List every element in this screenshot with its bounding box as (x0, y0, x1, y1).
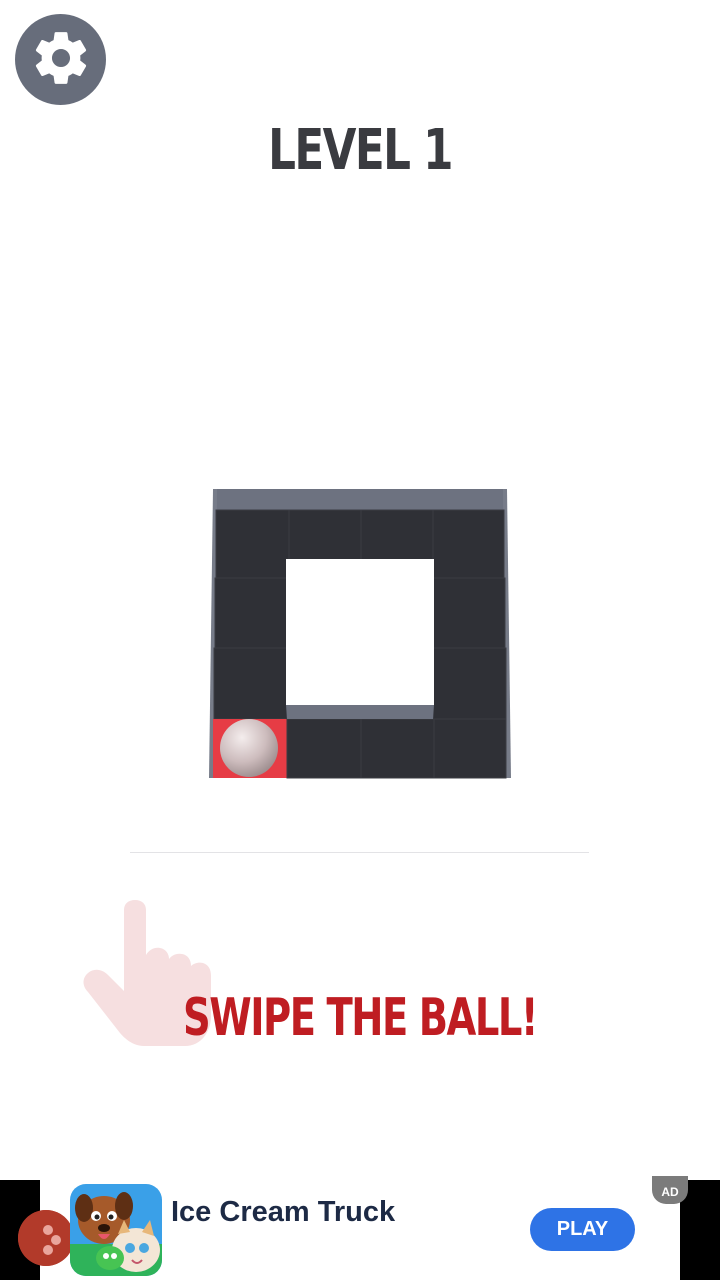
floor-tile (213, 647, 288, 720)
ad-badge[interactable]: AD (652, 1176, 688, 1204)
floor-tile (432, 647, 507, 720)
floor-tile (215, 509, 290, 579)
center-block (286, 559, 434, 705)
board-back-wall (213, 489, 507, 510)
divider (130, 852, 589, 853)
swipe-instruction: SWIPE THE BALL! (183, 988, 538, 1048)
ad-banner[interactable]: Ice Cream Truck PLAY AD (0, 1176, 720, 1280)
ad-play-button[interactable]: PLAY (530, 1208, 635, 1251)
center-block-edge (286, 705, 434, 719)
ad-app-name[interactable]: Ice Cream Truck (171, 1196, 395, 1229)
game-board[interactable] (0, 0, 720, 800)
floor-tile (286, 718, 362, 779)
app-icon[interactable] (70, 1184, 162, 1276)
floor-tile (433, 718, 507, 779)
floor-tile (432, 577, 506, 649)
ball (220, 719, 278, 777)
floor-tile (214, 577, 289, 649)
ad-side-icon[interactable] (18, 1210, 74, 1266)
ad-content[interactable]: Ice Cream Truck PLAY AD (18, 1176, 688, 1280)
floor-tile (360, 718, 435, 779)
floor-tile (432, 509, 505, 579)
